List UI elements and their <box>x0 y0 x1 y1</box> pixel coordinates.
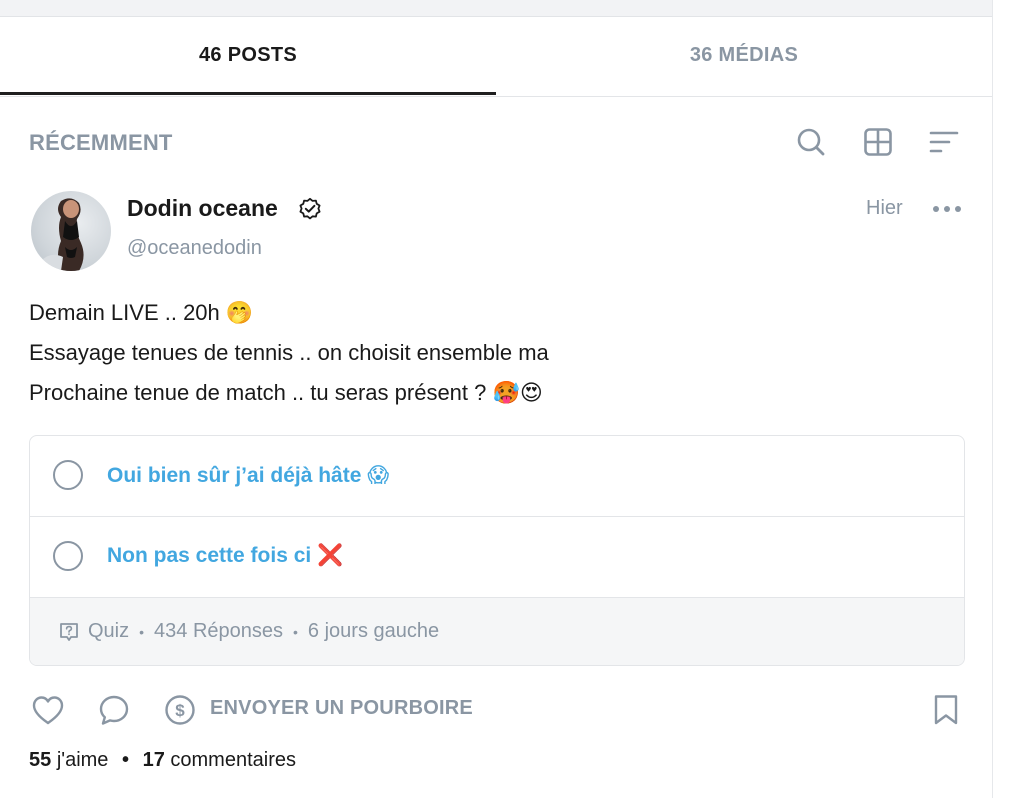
active-tab-indicator <box>0 92 496 95</box>
post-text-line: Demain LIVE .. 20h 🤭 <box>29 300 254 325</box>
author-name[interactable]: Dodin oceane <box>127 195 278 222</box>
poll-option-label: Non pas cette fois ci ❌ <box>107 544 344 567</box>
tab-media[interactable]: 36 MÉDIAS <box>496 16 992 94</box>
tip-icon[interactable]: $ <box>161 690 199 730</box>
poll-option[interactable]: Non pas cette fois ci ❌ <box>30 517 964 598</box>
poll-time-left: 6 jours gauche <box>307 620 440 642</box>
comments-label[interactable]: commentaires <box>170 749 296 771</box>
likes-label[interactable]: j'aime <box>57 749 109 771</box>
author-handle[interactable]: @oceanedodin <box>127 237 262 260</box>
tab-posts[interactable]: 46 POSTS <box>0 16 496 94</box>
section-header: RÉCEMMENT <box>29 124 965 160</box>
post-stats: 55 j'aime • 17 commentaires <box>29 749 296 772</box>
like-icon[interactable] <box>29 690 67 730</box>
grid-icon[interactable] <box>860 124 896 160</box>
likes-count: 55 <box>29 749 52 771</box>
separator-dot: • <box>293 623 298 640</box>
post-text-line: Essayage tenues de tennis .. on choisit … <box>29 340 549 365</box>
separator-dot: • <box>122 749 130 771</box>
quiz-icon <box>58 621 80 643</box>
send-tip-button[interactable]: ENVOYER UN POURBOIRE <box>210 697 473 720</box>
sort-icon[interactable] <box>926 124 962 160</box>
post-text: Demain LIVE .. 20h 🤭 Essayage tenues de … <box>29 293 959 413</box>
svg-text:$: $ <box>175 701 185 720</box>
separator-dot: • <box>139 623 145 640</box>
post-date: Hier <box>866 197 903 219</box>
search-icon[interactable] <box>793 124 829 160</box>
poll-meta: Quiz • 434 Réponses • 6 jours gauche <box>58 620 439 643</box>
comment-icon[interactable] <box>95 690 133 730</box>
profile-tabs: 46 POSTS 36 MÉDIAS <box>0 16 992 97</box>
verified-badge-icon <box>298 197 322 221</box>
post-actions: $ ENVOYER UN POURBOIRE <box>29 690 963 730</box>
profile-feed: 46 POSTS 36 MÉDIAS RÉCEMMENT Dodin ocean… <box>0 0 993 798</box>
avatar[interactable] <box>31 191 111 271</box>
radio-button[interactable] <box>53 460 83 490</box>
poll-type: Quiz <box>88 620 130 642</box>
poll-option-label: Oui bien sûr j’ai déjà hâte 😱 <box>107 464 390 487</box>
poll: Oui bien sûr j’ai déjà hâte 😱 Non pas ce… <box>29 435 965 666</box>
radio-button[interactable] <box>53 541 83 571</box>
poll-footer: Quiz • 434 Réponses • 6 jours gauche <box>30 598 964 665</box>
section-title: RÉCEMMENT <box>29 130 173 155</box>
top-strip <box>0 0 992 17</box>
poll-option[interactable]: Oui bien sûr j’ai déjà hâte 😱 <box>30 436 964 517</box>
poll-responses: 434 Réponses <box>154 620 284 642</box>
comments-count: 17 <box>142 749 165 771</box>
post-text-line: Prochaine tenue de match .. tu seras pré… <box>29 380 543 405</box>
bookmark-icon[interactable] <box>929 690 963 730</box>
more-options-icon[interactable] <box>930 197 964 221</box>
